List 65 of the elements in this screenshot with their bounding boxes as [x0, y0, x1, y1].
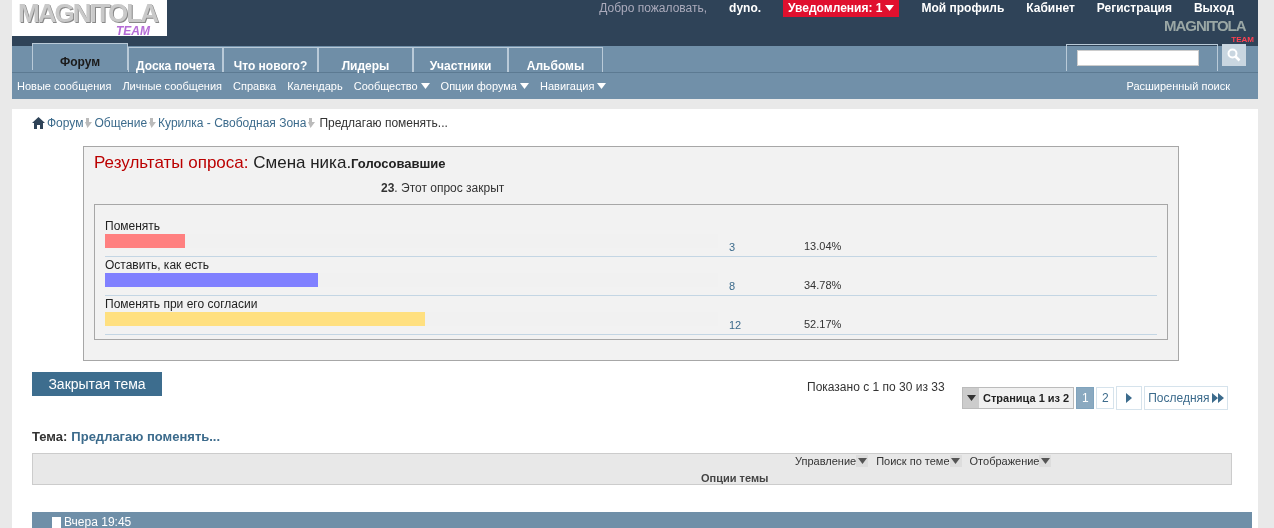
logo: MAGNITOLA TEAM	[12, 0, 167, 36]
next-icon	[1126, 393, 1133, 403]
vote-count-link[interactable]: 3	[729, 241, 804, 256]
nav-tab[interactable]: Что нового?	[223, 47, 318, 72]
welcome-text: Добро пожаловать,	[599, 1, 708, 15]
closed-thread-button[interactable]: Закрытая тема	[32, 372, 162, 396]
tools-title: Опции темы	[701, 472, 769, 484]
header-link[interactable]: Регистрация	[1096, 1, 1172, 15]
nav-tab[interactable]: Участники	[413, 47, 508, 72]
next-page-button[interactable]	[1116, 386, 1143, 410]
subnav-link[interactable]: Справка	[233, 80, 277, 92]
caret-icon	[951, 458, 961, 464]
small-logo: MAGNITOLA TEAM	[1164, 17, 1255, 45]
last-icon	[1211, 393, 1224, 403]
advanced-search-link[interactable]: Расширенный поиск	[1126, 80, 1230, 92]
page-icon	[52, 516, 61, 528]
post-date: Вчера 19:45	[64, 515, 132, 528]
caret-icon	[1041, 458, 1050, 464]
nav-tab[interactable]: Лидеры	[318, 47, 413, 72]
header-link[interactable]: Выход	[1193, 1, 1234, 15]
breadcrumb-link[interactable]: Курилка - Свободная Зона	[158, 116, 307, 130]
breadcrumb-current: Предлагаю поменять...	[319, 116, 448, 130]
caret-icon	[966, 395, 976, 401]
vote-count-link[interactable]: 8	[729, 280, 804, 295]
subnav-link[interactable]: Календарь	[287, 80, 343, 92]
subnav-link[interactable]: Новые сообщения	[17, 80, 112, 92]
nav-tab[interactable]: Форум	[32, 43, 128, 70]
nav-tab[interactable]: Альбомы	[508, 47, 603, 72]
thread-label: Тема:	[32, 429, 68, 444]
arrow-icon	[85, 118, 93, 128]
subnav-link[interactable]: Навигация	[540, 80, 607, 92]
caret-icon	[885, 5, 895, 11]
tools-menu[interactable]: Управление	[795, 455, 869, 467]
results-count: Показано с 1 по 30 из 33	[807, 380, 945, 394]
search-icon	[1227, 48, 1241, 62]
search-field[interactable]	[1066, 44, 1218, 71]
subnav-link[interactable]: Опции форума	[440, 80, 529, 92]
header-link[interactable]: Мой профиль	[921, 1, 1005, 15]
arrow-icon	[149, 118, 157, 128]
nav-tab[interactable]: Доска почета	[128, 47, 223, 72]
vote-percent: 34.78%	[804, 279, 843, 293]
user-link[interactable]: dyno.	[729, 1, 762, 15]
poll-title: Результаты опроса: Смена ника.Голосовавшие	[94, 153, 447, 173]
home-icon[interactable]	[32, 117, 45, 129]
poll-status: 23. Этот опрос закрыт	[381, 181, 506, 195]
breadcrumb-link[interactable]: Форум	[47, 116, 84, 130]
tools-menu[interactable]: Отображение	[969, 455, 1052, 467]
caret-icon	[857, 458, 867, 464]
vote-percent: 13.04%	[804, 240, 843, 254]
vote-percent: 52.17%	[804, 318, 843, 332]
thread-title-link[interactable]: Предлагаю поменять...	[71, 429, 221, 444]
header-link[interactable]: Кабинет	[1026, 1, 1075, 15]
page-menu-button[interactable]: Страница 1 из 2	[962, 387, 1075, 409]
last-page-link[interactable]: Последняя	[1144, 386, 1228, 410]
breadcrumb-link[interactable]: Общение	[94, 116, 148, 130]
poll-option: Поменять	[105, 219, 729, 234]
subnav-link[interactable]: Сообщество	[353, 80, 430, 92]
vote-count-link[interactable]: 12	[729, 319, 804, 334]
arrow-icon	[308, 118, 316, 128]
poll-option: Поменять при его согласии	[105, 297, 729, 312]
notifications-button[interactable]: Уведомления: 1	[783, 0, 900, 17]
poll-option: Оставить, как есть	[105, 258, 729, 273]
tools-menu[interactable]: Поиск по теме	[876, 455, 962, 467]
subnav-link[interactable]: Личные сообщения	[122, 80, 222, 92]
page-link[interactable]: 2	[1096, 387, 1115, 409]
